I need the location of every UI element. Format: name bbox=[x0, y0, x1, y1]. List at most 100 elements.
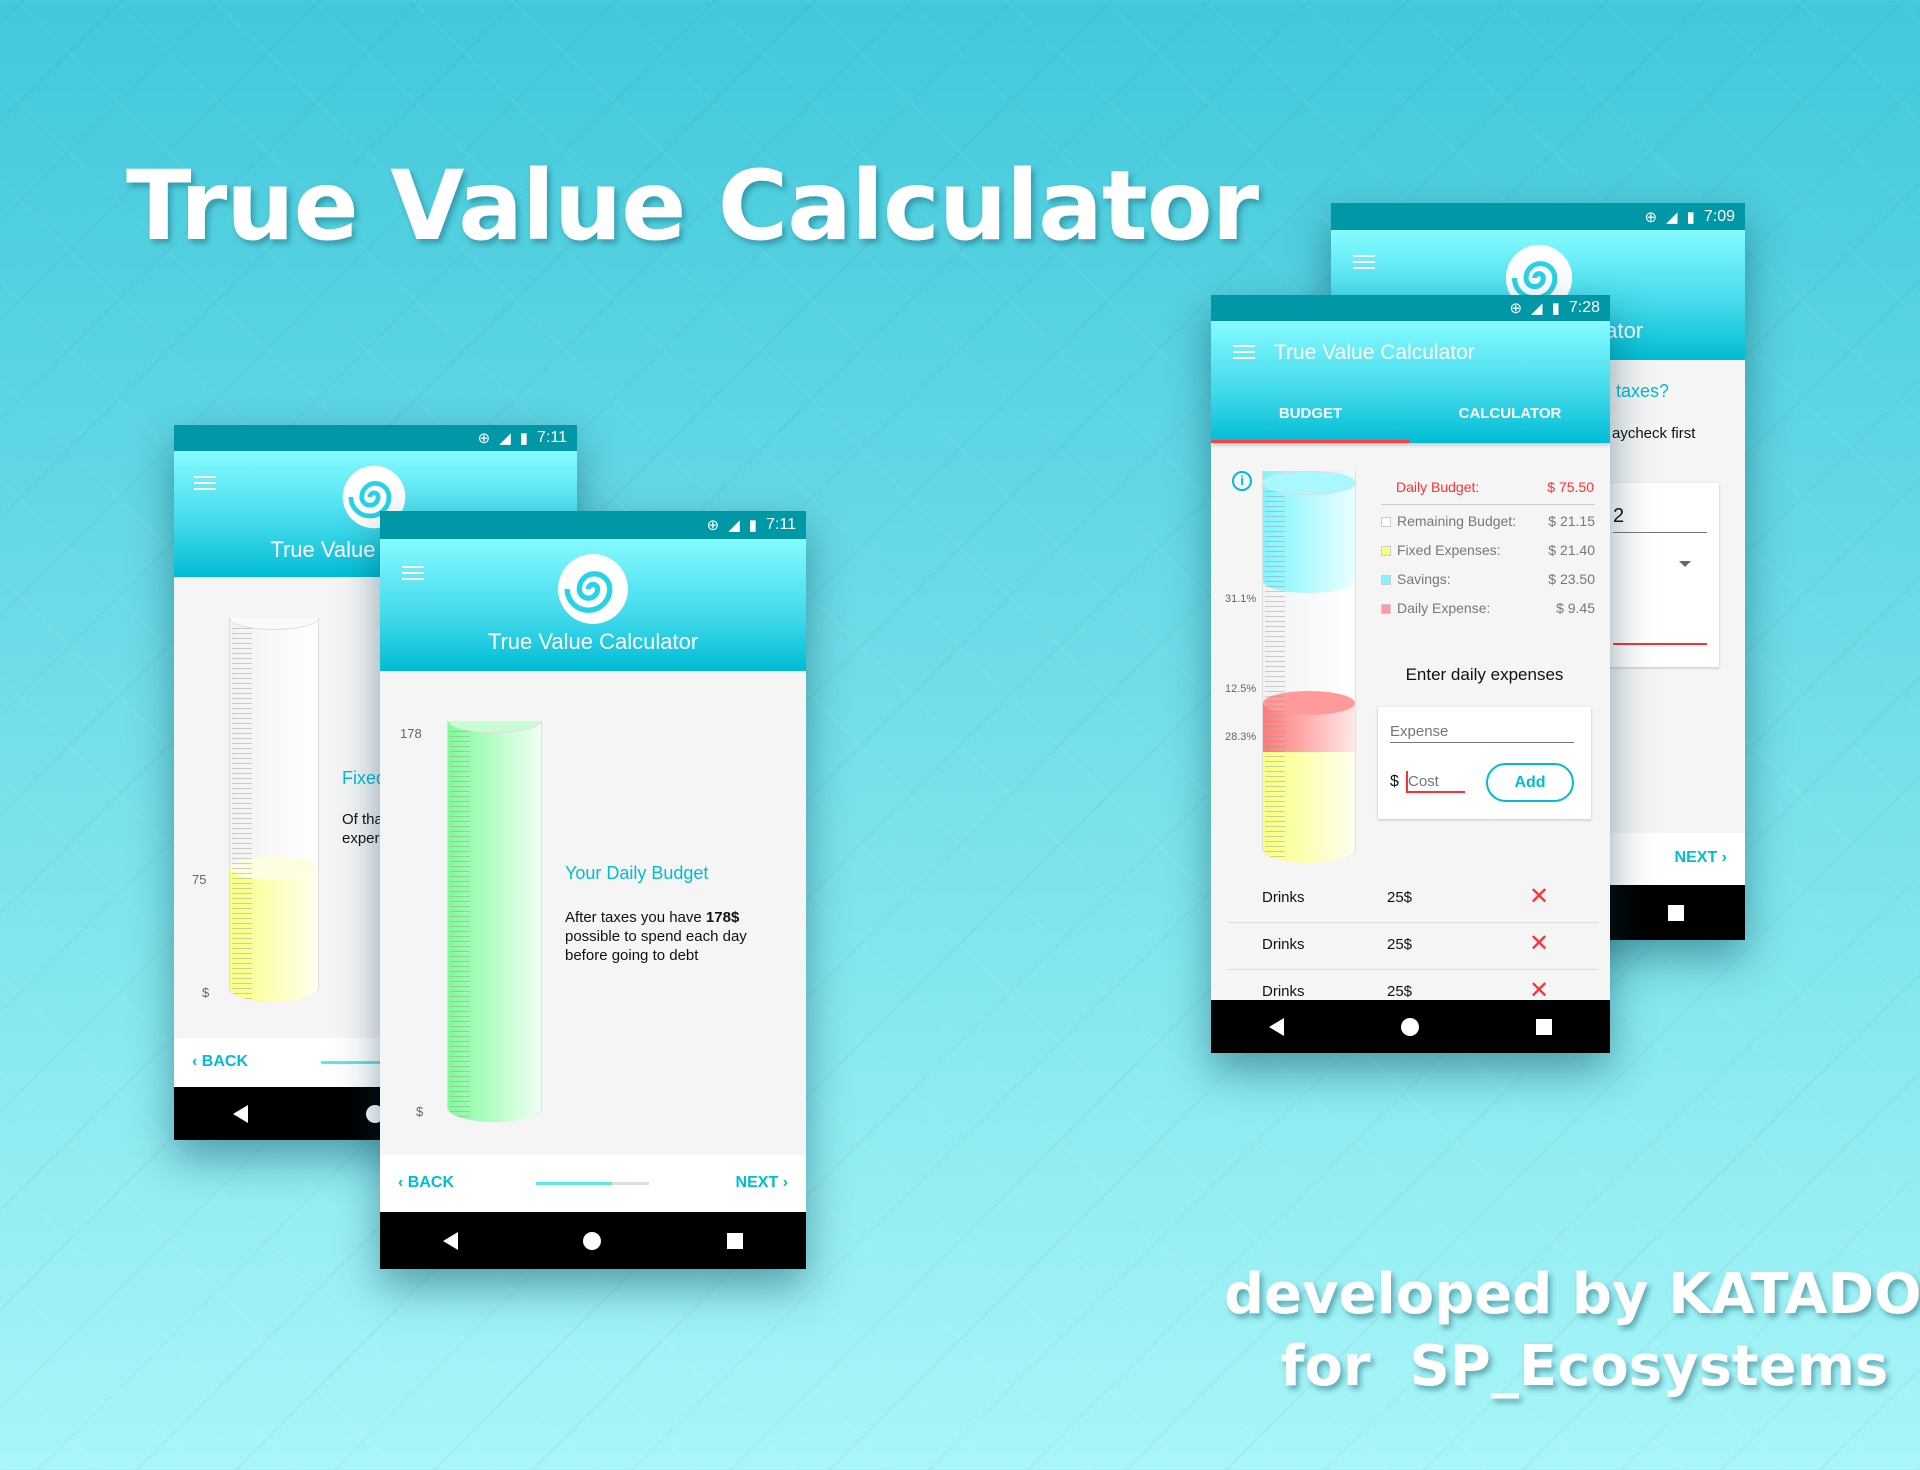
phone-daily-budget: ⊕ ◢ ▮ 7:11 True Value Calculator 178 $ Your… bbox=[380, 511, 806, 1269]
dropdown-arrow-icon[interactable] bbox=[1679, 561, 1691, 567]
cost-input[interactable] bbox=[1406, 771, 1465, 793]
savings-percent-label: 31.1% bbox=[1225, 593, 1257, 605]
row-divider bbox=[1227, 969, 1598, 970]
footer-client: for SP_Ecosystems bbox=[1280, 1334, 1889, 1399]
nav-home-icon[interactable] bbox=[583, 1231, 602, 1250]
info-icon[interactable]: i bbox=[1232, 471, 1252, 491]
system-nav-bar bbox=[380, 1212, 806, 1269]
menu-icon[interactable] bbox=[194, 476, 216, 490]
expense-amount: 25$ bbox=[1387, 936, 1413, 953]
daily-budget-row: Daily Budget: $ 75.50 bbox=[1396, 479, 1594, 495]
nav-back-icon[interactable] bbox=[1269, 1017, 1285, 1036]
delete-icon[interactable]: ✕ bbox=[1529, 932, 1549, 956]
description-line-3: before going to debt bbox=[565, 947, 699, 964]
expense-input[interactable] bbox=[1390, 721, 1574, 743]
expense-name: Drinks bbox=[1262, 889, 1305, 906]
next-button[interactable]: NEXT › bbox=[736, 1174, 788, 1192]
status-time: 7:28 bbox=[1568, 299, 1600, 316]
legend-swatch bbox=[1381, 517, 1391, 527]
description-line-1: Of tha bbox=[342, 811, 383, 828]
phone-budget-tab: ⊕ ◢ ▮ 7:28 True Value Calculator BUDGET CAL… bbox=[1211, 295, 1610, 1053]
legend-swatch bbox=[1381, 546, 1391, 556]
add-button[interactable]: Add bbox=[1486, 763, 1574, 802]
data-saver-icon: ⊕ bbox=[1644, 208, 1658, 226]
back-label: BACK bbox=[407, 1174, 454, 1191]
question-heading: taxes? bbox=[1616, 381, 1670, 401]
next-label: NEXT bbox=[1674, 849, 1718, 866]
legend-row: Fixed Expenses: $ 21.40 bbox=[1381, 542, 1595, 558]
expense-name: Drinks bbox=[1262, 983, 1305, 1000]
legend-swatch bbox=[1381, 604, 1391, 614]
legend-row: Savings: $ 23.50 bbox=[1381, 571, 1595, 587]
budget-gauge bbox=[1262, 471, 1356, 863]
menu-icon[interactable] bbox=[1353, 255, 1375, 269]
status-bar: ⊕ ◢ ▮ 7:28 bbox=[1211, 295, 1610, 321]
nav-home-icon[interactable] bbox=[1400, 1017, 1419, 1036]
form-heading: Enter daily expenses bbox=[1405, 665, 1564, 684]
nav-back-icon[interactable] bbox=[442, 1231, 458, 1250]
nav-recents-icon[interactable] bbox=[1535, 1018, 1552, 1035]
status-bar: ⊕ ◢ ▮ 7:11 bbox=[174, 425, 577, 451]
back-label: BACK bbox=[201, 1053, 248, 1070]
delete-icon[interactable]: ✕ bbox=[1529, 979, 1549, 1003]
status-bar: ⊕ ◢ ▮ 7:09 bbox=[1331, 203, 1745, 230]
next-button[interactable]: NEXT › bbox=[1675, 849, 1727, 867]
battery-charging-icon: ▮ bbox=[748, 517, 758, 534]
data-saver-icon: ⊕ bbox=[1509, 300, 1523, 317]
promo-title: True Value Calculator bbox=[126, 150, 1259, 262]
row-divider bbox=[1227, 922, 1598, 923]
tab-budget[interactable]: BUDGET bbox=[1211, 387, 1410, 443]
expense-amount: 25$ bbox=[1387, 889, 1413, 906]
tab-calculator[interactable]: CALCULATOR bbox=[1410, 387, 1610, 443]
data-saver-icon: ⊕ bbox=[477, 430, 491, 447]
app-header: True Value Calculator bbox=[380, 539, 806, 671]
status-time: 7:11 bbox=[766, 516, 796, 533]
4g-signal-icon: ◢ bbox=[728, 517, 740, 534]
legend-divider bbox=[1381, 504, 1595, 505]
4g-signal-icon: ◢ bbox=[499, 430, 511, 447]
legend-label: Daily Expense: bbox=[1397, 600, 1491, 616]
4g-signal-icon: ◢ bbox=[1531, 300, 1543, 317]
4g-signal-icon: ◢ bbox=[1666, 208, 1678, 226]
description-text: After taxes you have bbox=[565, 909, 706, 926]
legend-value: $ 23.50 bbox=[1548, 571, 1595, 587]
data-saver-icon: ⊕ bbox=[706, 517, 720, 534]
select-underline bbox=[1613, 643, 1707, 645]
expense-percent-label: 12.5% bbox=[1225, 683, 1257, 695]
budget-amount: 178$ bbox=[705, 909, 740, 926]
fixed-percent-label: 28.3% bbox=[1225, 731, 1257, 743]
legend-value: $ 9.45 bbox=[1556, 600, 1595, 616]
menu-icon[interactable] bbox=[402, 566, 424, 580]
back-button[interactable]: ‹ BACK bbox=[192, 1053, 248, 1071]
description-line-2: possible to spend each day bbox=[565, 928, 747, 945]
back-button[interactable]: ‹ BACK bbox=[398, 1174, 454, 1192]
nav-back-icon[interactable] bbox=[233, 1104, 248, 1123]
legend-label: Remaining Budget: bbox=[1397, 513, 1517, 529]
status-bar: ⊕ ◢ ▮ 7:11 bbox=[380, 511, 806, 539]
battery-charging-icon: ▮ bbox=[519, 430, 529, 447]
hint-text: aycheck first bbox=[1612, 425, 1696, 442]
amount-input[interactable]: 2 bbox=[1613, 505, 1707, 533]
fixed-gauge bbox=[229, 618, 319, 1002]
next-label: NEXT bbox=[735, 1174, 779, 1191]
expense-amount: 25$ bbox=[1387, 983, 1413, 1000]
section-heading: Your Daily Budget bbox=[565, 863, 709, 883]
axis-top-label: 75 bbox=[192, 872, 207, 887]
legend-value: $ 21.15 bbox=[1548, 513, 1595, 529]
system-nav-bar bbox=[1211, 1000, 1610, 1053]
legend-swatch bbox=[1381, 575, 1391, 585]
legend-label: Savings: bbox=[1397, 571, 1451, 587]
currency-label: $ bbox=[1390, 773, 1399, 790]
legend-row: Remaining Budget: $ 21.15 bbox=[1381, 513, 1595, 529]
delete-icon[interactable]: ✕ bbox=[1529, 885, 1549, 909]
battery-charging-icon: ▮ bbox=[1551, 300, 1560, 317]
app-title: True Value Calculator bbox=[487, 629, 699, 654]
shell-logo-icon bbox=[555, 551, 631, 627]
nav-recents-icon[interactable] bbox=[727, 1232, 744, 1249]
app-toolbar: True Value Calculator BUDGET CALCULATOR bbox=[1211, 321, 1610, 443]
nav-recents-icon[interactable] bbox=[1668, 904, 1685, 921]
axis-bottom-label: $ bbox=[202, 985, 210, 1000]
legend-row: Daily Expense: $ 9.45 bbox=[1381, 600, 1595, 616]
menu-icon[interactable] bbox=[1233, 345, 1255, 359]
battery-charging-icon: ▮ bbox=[1686, 208, 1695, 226]
